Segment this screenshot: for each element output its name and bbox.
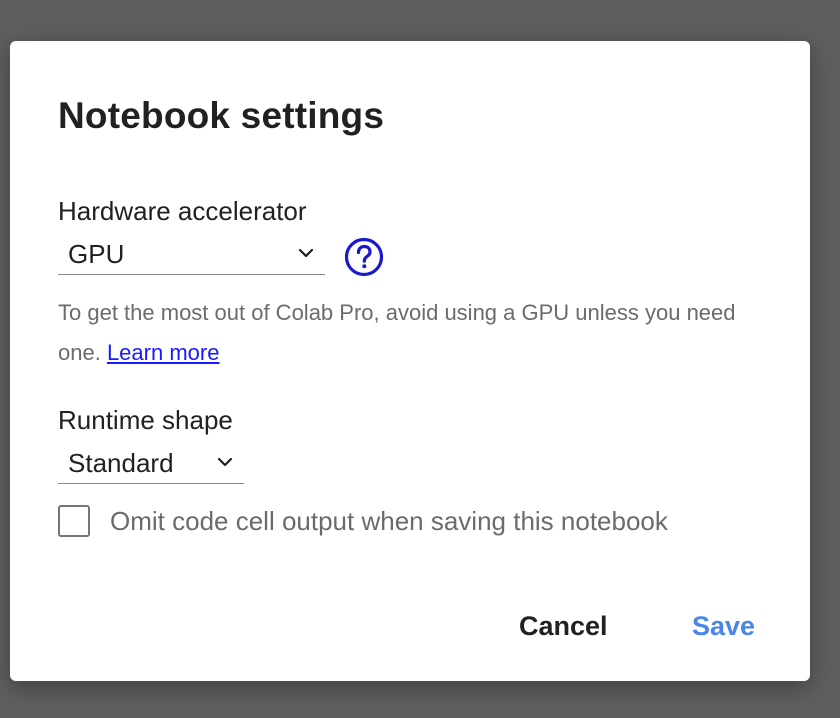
hardware-accelerator-value: GPU <box>68 239 125 269</box>
hardware-accelerator-label: Hardware accelerator <box>58 196 307 226</box>
omit-output-row[interactable]: Omit code cell output when saving this n… <box>58 505 668 537</box>
gpu-hint-text: To get the most out of Colab Pro, avoid … <box>58 293 758 373</box>
hardware-accelerator-select[interactable]: GPU <box>58 235 325 275</box>
notebook-settings-dialog: Notebook settings Hardware accelerator G… <box>10 41 810 681</box>
learn-more-link[interactable]: Learn more <box>107 340 220 365</box>
runtime-shape-label: Runtime shape <box>58 405 233 435</box>
chevron-down-icon <box>298 248 314 258</box>
save-button[interactable]: Save <box>692 611 755 642</box>
omit-output-checkbox[interactable] <box>58 505 90 537</box>
omit-output-label[interactable]: Omit code cell output when saving this n… <box>110 506 668 537</box>
runtime-shape-select[interactable]: Standard <box>58 444 244 484</box>
runtime-shape-value: Standard <box>68 448 174 478</box>
dialog-title: Notebook settings <box>58 95 385 136</box>
chevron-down-icon <box>217 457 233 467</box>
help-circle-icon[interactable] <box>344 237 384 277</box>
cancel-button[interactable]: Cancel <box>519 611 608 642</box>
